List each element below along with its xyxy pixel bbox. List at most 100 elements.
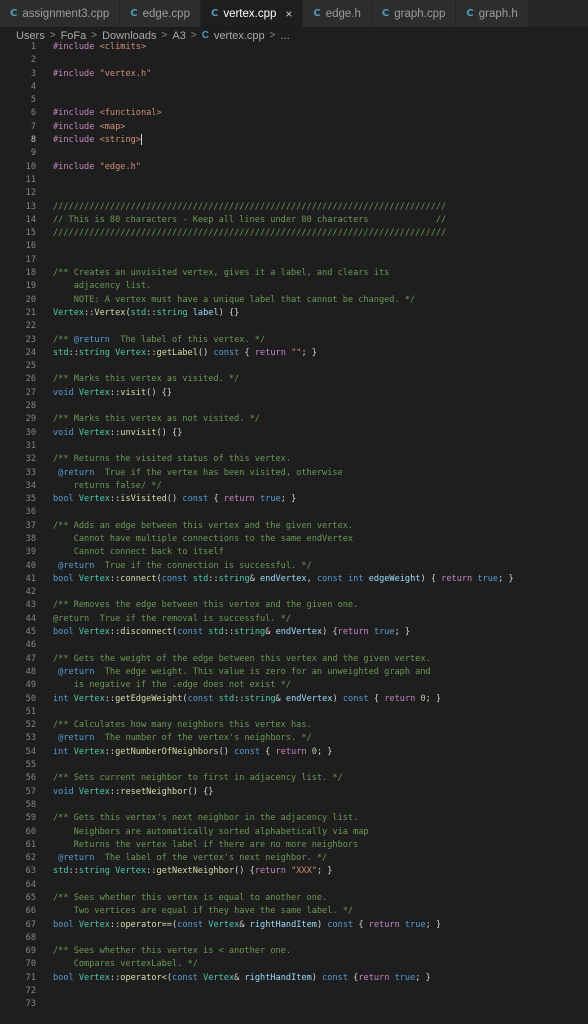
code-line[interactable]: 72	[0, 985, 588, 998]
code-line[interactable]: 41 bool Vertex::connect(const std::string…	[0, 573, 588, 586]
code-line[interactable]: 6 #include <functional>	[0, 107, 588, 120]
code-line[interactable]: 29 /** Marks this vertex as not visited. …	[0, 413, 588, 426]
code-line[interactable]: 67 bool Vertex::operator==(const Vertex& …	[0, 919, 588, 932]
code-line[interactable]: 50 int Vertex::getEdgeWeight(const std::s…	[0, 693, 588, 706]
code-line[interactable]: 45 bool Vertex::disconnect(const std::str…	[0, 626, 588, 639]
code-line[interactable]: 18 /** Creates an unvisited vertex, gives…	[0, 267, 588, 280]
code-line[interactable]: 19 adjacency list.	[0, 280, 588, 293]
code-line[interactable]: 15 //////////////////////////////////////…	[0, 227, 588, 240]
code-line[interactable]: 54 int Vertex::getNumberOfNeighbors() con…	[0, 746, 588, 759]
line-number: 54	[25, 746, 36, 757]
breadcrumb-item[interactable]: FoFa	[61, 30, 87, 42]
code-line[interactable]: 62 @return The label of the vertex's nex…	[0, 852, 588, 865]
code-line[interactable]: 55	[0, 759, 588, 772]
code-line[interactable]: 58	[0, 799, 588, 812]
code-line[interactable]: 51	[0, 706, 588, 719]
code-line[interactable]: 53 @return The number of the vertex's ne…	[0, 732, 588, 745]
code-line[interactable]: 42	[0, 586, 588, 599]
code-line[interactable]: 12	[0, 187, 588, 200]
breadcrumb-item[interactable]: A3	[172, 30, 185, 42]
code-line[interactable]: 9	[0, 147, 588, 160]
code-line[interactable]: 46	[0, 639, 588, 652]
code-line[interactable]: 49 is negative if the .edge does not exi…	[0, 679, 588, 692]
code-line[interactable]: 70 Compares vertexLabel. */	[0, 958, 588, 971]
code-line[interactable]: 24 std::string Vertex::getLabel() const {…	[0, 347, 588, 360]
code-line[interactable]: 68	[0, 932, 588, 945]
code-line[interactable]: 57 void Vertex::resetNeighbor() {}	[0, 786, 588, 799]
close-icon[interactable]: ×	[285, 7, 292, 21]
code-line[interactable]: 17	[0, 254, 588, 267]
code-line[interactable]: 38 Cannot have multiple connections to t…	[0, 533, 588, 546]
code-line[interactable]: 21 Vertex::Vertex(std::string label) {}	[0, 307, 588, 320]
code-line[interactable]: 26 /** Marks this vertex as visited. */	[0, 373, 588, 386]
line-number: 66	[25, 906, 36, 917]
code-line[interactable]: 64	[0, 879, 588, 892]
code-line[interactable]: 10 #include "edge.h"	[0, 161, 588, 174]
code-line[interactable]: 2	[0, 54, 588, 67]
code-line[interactable]: 40 @return True if the connection is suc…	[0, 560, 588, 573]
code-line[interactable]: 30 void Vertex::unvisit() {}	[0, 427, 588, 440]
code-line[interactable]: 36	[0, 506, 588, 519]
line-number: 69	[25, 946, 36, 957]
code-line[interactable]: 47 /** Gets the weight of the edge betwee…	[0, 653, 588, 666]
code-text: std::string Vertex::getLabel() const { r…	[53, 347, 317, 358]
code-line[interactable]: 20 NOTE: A vertex must have a unique lab…	[0, 294, 588, 307]
code-line[interactable]: 48 @return The edge weight. This value i…	[0, 666, 588, 679]
code-line[interactable]: 43 /** Removes the edge between this vert…	[0, 599, 588, 612]
code-line[interactable]: 8 #include <string>	[0, 134, 588, 147]
code-line[interactable]: 14 // This is 80 characters - Keep all li…	[0, 214, 588, 227]
breadcrumb-item[interactable]: vertex.cpp	[214, 30, 265, 42]
code-text: /** Removes the edge between this vertex…	[53, 600, 359, 611]
code-line[interactable]: 33 @return True if the vertex has been v…	[0, 467, 588, 480]
code-line[interactable]: 28	[0, 400, 588, 413]
line-number: 45	[25, 627, 36, 638]
line-number: 14	[25, 214, 36, 225]
code-line[interactable]: 73	[0, 998, 588, 1011]
code-line[interactable]: 4	[0, 81, 588, 94]
breadcrumb-item[interactable]: Downloads	[102, 30, 156, 42]
tab-assignment3-cpp[interactable]: Cassignment3.cpp	[0, 0, 121, 27]
code-editor[interactable]: 1 #include <climits> 2 3 #include "vertex.h"…	[0, 41, 588, 1024]
code-line[interactable]: 25	[0, 360, 588, 373]
code-line[interactable]: 5	[0, 94, 588, 107]
tab-graph-cpp[interactable]: Cgraph.cpp	[371, 0, 457, 27]
code-line[interactable]: 39 Cannot connect back to itself	[0, 546, 588, 559]
code-line[interactable]: 71 bool Vertex::operator<(const Vertex& r…	[0, 972, 588, 985]
code-line[interactable]: 56 /** Sets current neighbor to first in …	[0, 772, 588, 785]
code-text: Cannot connect back to itself	[53, 547, 224, 558]
code-line[interactable]: 16	[0, 240, 588, 253]
code-line[interactable]: 3 #include "vertex.h"	[0, 68, 588, 81]
code-line[interactable]: 52 /** Calculates how many neighbors this…	[0, 719, 588, 732]
code-line[interactable]: 44 @return True if the removal is success…	[0, 613, 588, 626]
code-line[interactable]: 27 void Vertex::visit() {}	[0, 387, 588, 400]
code-line[interactable]: 65 /** Sees whether this vertex is equal …	[0, 892, 588, 905]
code-text: std::string Vertex::getNextNeighbor() {r…	[53, 866, 333, 877]
code-line[interactable]: 1 #include <climits>	[0, 41, 588, 54]
breadcrumb-item[interactable]: Users	[16, 30, 45, 42]
code-line[interactable]: 34 returns false/ */	[0, 480, 588, 493]
code-line[interactable]: 60 Neighbors are automatically sorted al…	[0, 826, 588, 839]
code-line[interactable]: 23 /** @return The label of this vertex. …	[0, 334, 588, 347]
code-line[interactable]: 59 /** Gets this vertex's next neighbor i…	[0, 812, 588, 825]
tab-edge-h[interactable]: Cedge.h	[303, 0, 372, 27]
tab-vertex-cpp[interactable]: Cvertex.cpp ×	[200, 0, 304, 27]
code-line[interactable]: 32 /** Returns the visited status of this…	[0, 453, 588, 466]
code-line[interactable]: 66 Two vertices are equal if they have t…	[0, 905, 588, 918]
code-line[interactable]: 31	[0, 440, 588, 453]
code-line[interactable]: 37 /** Adds an edge between this vertex a…	[0, 520, 588, 533]
code-line[interactable]: 69 /** Sees whether this vertex is < anot…	[0, 945, 588, 958]
line-number: 50	[25, 693, 36, 704]
code-line[interactable]: 35 bool Vertex::isVisited() const { retur…	[0, 493, 588, 506]
code-line[interactable]: 61 Returns the vertex label if there are…	[0, 839, 588, 852]
code-line[interactable]: 22	[0, 320, 588, 333]
breadcrumb-item[interactable]: ...	[281, 30, 290, 42]
tab-graph-h[interactable]: Cgraph.h	[456, 0, 529, 27]
line-number: 4	[30, 81, 36, 92]
code-line[interactable]: 63 std::string Vertex::getNextNeighbor() …	[0, 865, 588, 878]
code-text: adjacency list.	[53, 281, 152, 292]
tab-edge-cpp[interactable]: Cedge.cpp	[120, 0, 201, 27]
code-line[interactable]: 13 //////////////////////////////////////…	[0, 201, 588, 214]
code-line[interactable]: 7 #include <map>	[0, 121, 588, 134]
code-line[interactable]: 11	[0, 174, 588, 187]
